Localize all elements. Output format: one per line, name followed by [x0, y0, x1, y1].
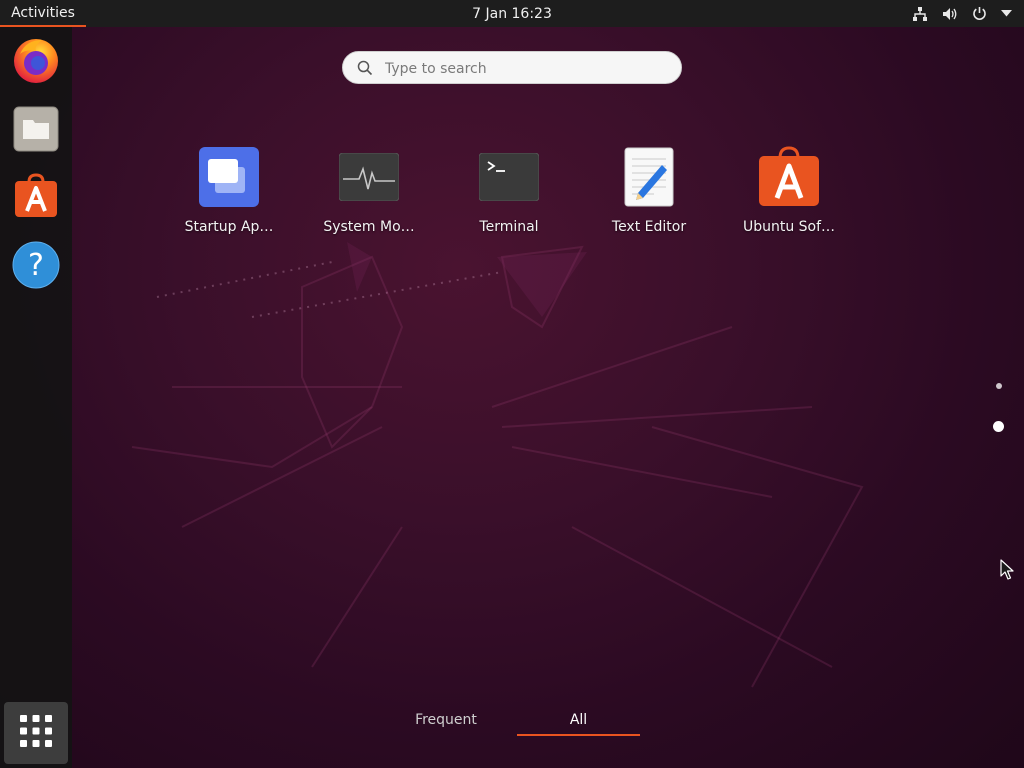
startup-apps-icon [197, 145, 261, 209]
frequent-tab[interactable]: Frequent [376, 706, 516, 734]
dock: ? [0, 27, 72, 768]
app-ubuntu-software[interactable]: Ubuntu Sof… [724, 145, 854, 245]
top-bar: Activities 7 Jan 16:23 [0, 0, 1024, 27]
clock-button[interactable]: 7 Jan 16:23 [0, 0, 1024, 27]
app-startup-applications[interactable]: Startup Ap… [164, 145, 294, 245]
app-label: Startup Ap… [184, 219, 274, 235]
network-icon[interactable] [912, 6, 928, 21]
dock-item-firefox[interactable] [12, 38, 60, 86]
volume-icon[interactable] [942, 7, 958, 21]
ubuntu-software-icon [757, 145, 821, 209]
dock-item-files[interactable] [12, 105, 60, 157]
files-icon [12, 105, 60, 157]
software-store-icon [12, 172, 60, 224]
view-switcher: Frequent All [376, 706, 640, 736]
activities-button[interactable]: Activities [0, 0, 86, 27]
page-dot-1[interactable] [996, 383, 1002, 389]
app-system-monitor[interactable]: System Mo… [304, 145, 434, 245]
page-dot-2-active[interactable] [993, 421, 1004, 432]
dock-item-ubuntu-software[interactable] [12, 172, 60, 224]
clock-label[interactable]: 7 Jan 16:23 [472, 6, 552, 22]
power-icon[interactable] [972, 6, 987, 21]
system-monitor-icon [337, 145, 401, 209]
app-label: Terminal [479, 219, 539, 235]
app-label: Text Editor [611, 219, 687, 235]
all-tab[interactable]: All [517, 706, 640, 736]
app-terminal[interactable]: Terminal [444, 145, 574, 245]
app-text-editor[interactable]: Text Editor [584, 145, 714, 245]
activities-label: Activities [11, 4, 75, 21]
app-label: Ubuntu Sof… [742, 219, 836, 235]
help-icon: ? [12, 241, 60, 293]
text-editor-icon [617, 145, 681, 209]
dock-item-help[interactable]: ? [12, 241, 60, 293]
firefox-icon [12, 36, 60, 88]
terminal-icon [477, 145, 541, 209]
mouse-pointer-icon [1000, 559, 1014, 580]
search-box[interactable] [342, 51, 682, 84]
search-input[interactable] [383, 58, 667, 80]
system-menu[interactable] [912, 0, 1012, 27]
apps-grid-icon [20, 715, 52, 751]
menu-arrow-icon[interactable] [1001, 10, 1012, 17]
svg-text:?: ? [28, 248, 44, 283]
search-icon [357, 60, 373, 80]
app-label: System Mo… [323, 219, 415, 235]
wallpaper-artwork [131, 242, 864, 688]
show-applications-button[interactable] [4, 702, 68, 764]
